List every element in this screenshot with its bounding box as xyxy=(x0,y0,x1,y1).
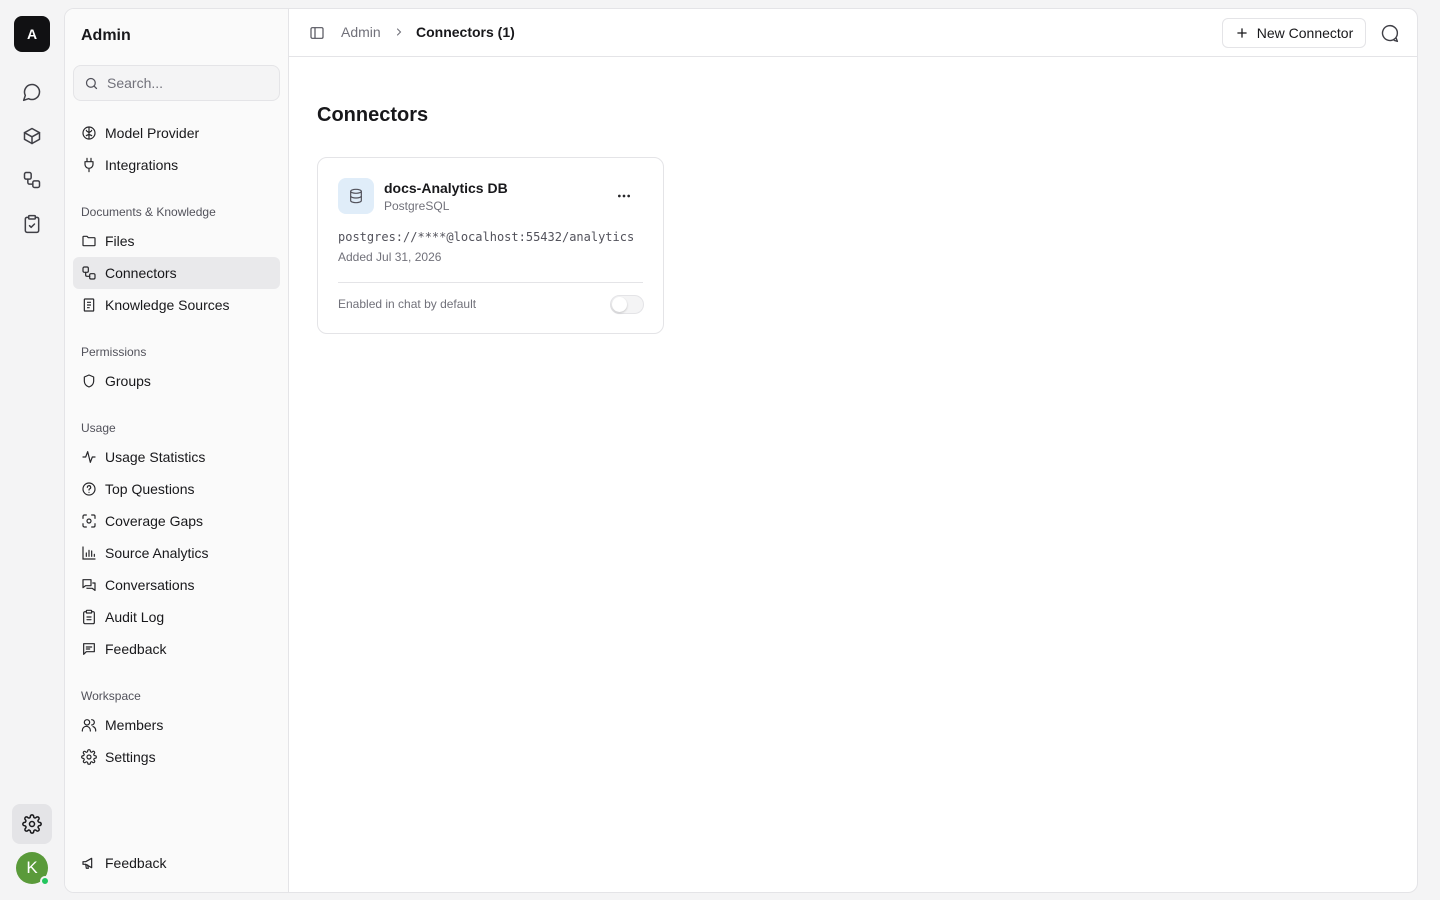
messages-icon xyxy=(82,579,96,591)
new-connector-button[interactable]: New Connector xyxy=(1222,18,1366,48)
section-documents-knowledge: Documents & Knowledge xyxy=(81,205,216,219)
top-bar: Admin Connectors (1) New Connector xyxy=(289,9,1417,57)
shield-icon xyxy=(83,374,95,388)
toggle-knob xyxy=(612,297,627,312)
sidebar-feedback-footer[interactable]: Feedback xyxy=(73,847,280,879)
search-input[interactable] xyxy=(107,75,267,91)
scan-icon xyxy=(82,514,96,528)
sidebar-item-label: Files xyxy=(105,233,135,249)
sidebar-item-label: Feedback xyxy=(105,641,167,657)
content-area: Connectors docs-Analytics DB PostgreSQL … xyxy=(289,57,1417,892)
sidebar-item-members[interactable]: Members xyxy=(73,709,280,741)
clipboard-check-icon xyxy=(24,214,40,234)
sidebar-item-label: Connectors xyxy=(105,265,177,281)
section-workspace: Workspace xyxy=(81,689,141,703)
sidebar-item-label: Usage Statistics xyxy=(105,449,206,465)
sidebar-item-label: Groups xyxy=(105,373,151,389)
sidebar-item-connectors[interactable]: Connectors xyxy=(73,257,280,289)
search-icon xyxy=(85,77,98,89)
connector-name: docs-Analytics DB xyxy=(384,180,508,196)
sidebar-item-label: Coverage Gaps xyxy=(105,513,204,529)
gear-icon xyxy=(81,749,97,765)
sidebar-item-files[interactable]: Files xyxy=(73,225,280,257)
sidebar-item-model-provider[interactable]: Model Provider xyxy=(73,117,280,149)
message-circle-icon xyxy=(1381,24,1399,43)
sidebar-title: Admin xyxy=(81,27,131,44)
database-icon xyxy=(338,178,374,214)
section-permissions: Permissions xyxy=(81,345,147,359)
connector-card[interactable]: docs-Analytics DB PostgreSQL postgres://… xyxy=(317,157,664,334)
sidebar-item-conversations[interactable]: Conversations xyxy=(73,569,280,601)
folder-icon xyxy=(82,235,96,247)
bar-chart-icon xyxy=(82,546,96,560)
sidebar-item-label: Members xyxy=(105,717,164,733)
sidebar-item-label: Source Analytics xyxy=(105,545,209,561)
page-title: Connectors xyxy=(317,104,429,126)
sidebar-item-settings[interactable]: Settings xyxy=(73,741,280,773)
megaphone-icon xyxy=(82,857,93,869)
rail-workflow-button[interactable] xyxy=(12,160,52,200)
sidebar-item-usage-statistics[interactable]: Usage Statistics xyxy=(73,441,280,473)
new-connector-label: New Connector xyxy=(1256,25,1354,41)
main-panel: Admin Model Provider Integrations Docume… xyxy=(64,8,1418,893)
users-icon xyxy=(81,719,97,732)
chevron-right-icon xyxy=(396,28,402,36)
workspace-logo[interactable]: A xyxy=(14,16,50,52)
enabled-toggle-label: Enabled in chat by default xyxy=(338,297,477,311)
rail-settings-button[interactable] xyxy=(12,804,52,844)
chat-toggle-button[interactable] xyxy=(1379,23,1400,44)
sidebar-item-knowledge-sources[interactable]: Knowledge Sources xyxy=(73,289,280,321)
sidebar-item-integrations[interactable]: Integrations xyxy=(73,149,280,181)
chat-icon xyxy=(22,83,41,102)
sidebar-item-groups[interactable]: Groups xyxy=(73,365,280,397)
online-status-dot xyxy=(40,876,50,886)
enabled-in-chat-toggle[interactable] xyxy=(610,295,644,314)
sidebar-item-label: Settings xyxy=(105,749,156,765)
connector-more-button[interactable] xyxy=(616,188,632,204)
sidebar-item-label: Feedback xyxy=(105,855,167,871)
breadcrumb-admin[interactable]: Admin xyxy=(341,24,381,40)
rail-chat-button[interactable] xyxy=(12,72,52,112)
app-rail: A K xyxy=(0,0,64,900)
connection-string: postgres://****@localhost:55432/analytic… xyxy=(338,230,635,244)
sidebar-item-label: Integrations xyxy=(105,157,179,173)
user-avatar[interactable]: K xyxy=(16,852,50,886)
sidebar-item-label: Knowledge Sources xyxy=(105,297,230,313)
card-divider xyxy=(338,282,643,283)
more-horizontal-icon xyxy=(618,194,630,198)
avatar-initial: K xyxy=(26,858,38,877)
sidebar-search[interactable] xyxy=(73,65,280,101)
clipboard-list-icon xyxy=(83,609,95,625)
message-square-text-icon xyxy=(83,643,95,655)
panel-left-icon xyxy=(310,27,324,39)
section-usage: Usage xyxy=(81,421,116,435)
activity-icon xyxy=(82,451,96,463)
connector-type: PostgreSQL xyxy=(384,199,450,213)
brain-icon xyxy=(82,126,96,140)
book-icon xyxy=(83,298,95,312)
connector-added-date: Added Jul 31, 2026 xyxy=(338,250,442,264)
breadcrumb-current: Connectors (1) xyxy=(416,24,515,40)
admin-sidebar: Admin Model Provider Integrations Docume… xyxy=(65,9,289,892)
sidebar-item-feedback[interactable]: Feedback xyxy=(73,633,280,665)
breadcrumb-separator xyxy=(393,26,405,38)
gear-icon xyxy=(22,814,42,834)
workflow-icon xyxy=(23,171,41,189)
sidebar-item-label: Audit Log xyxy=(105,609,165,625)
workflow-icon xyxy=(82,266,96,280)
sidebar-item-audit-log[interactable]: Audit Log xyxy=(73,601,280,633)
plus-icon xyxy=(1237,28,1247,38)
plug-icon xyxy=(84,157,94,173)
sidebar-toggle-button[interactable] xyxy=(309,25,325,41)
rail-box-button[interactable] xyxy=(12,116,52,156)
sidebar-item-label: Top Questions xyxy=(105,481,195,497)
help-circle-icon xyxy=(82,482,96,496)
sidebar-item-source-analytics[interactable]: Source Analytics xyxy=(73,537,280,569)
sidebar-item-label: Model Provider xyxy=(105,125,200,141)
sidebar-item-top-questions[interactable]: Top Questions xyxy=(73,473,280,505)
box-icon xyxy=(23,127,41,145)
sidebar-item-coverage-gaps[interactable]: Coverage Gaps xyxy=(73,505,280,537)
sidebar-item-label: Conversations xyxy=(105,577,195,593)
rail-tasks-button[interactable] xyxy=(12,204,52,244)
